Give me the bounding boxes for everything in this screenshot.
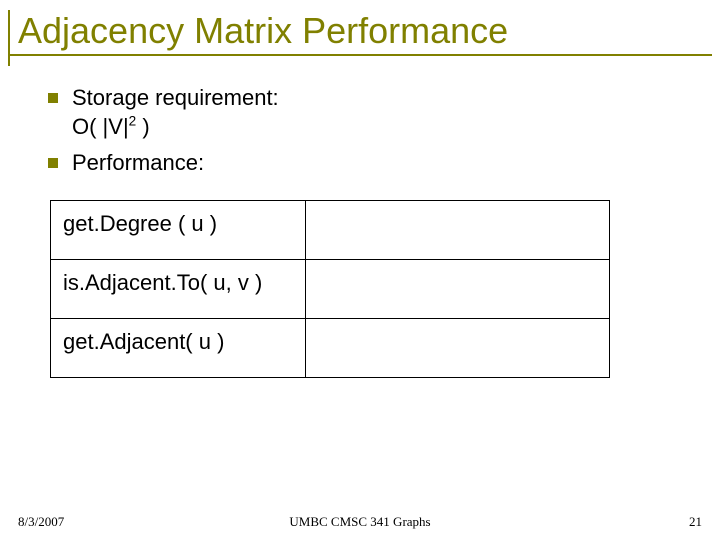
table-row: is.Adjacent.To( u, v ): [51, 259, 610, 318]
storage-bigO-prefix: O( |V|: [72, 114, 129, 139]
table-row: get.Adjacent( u ): [51, 318, 610, 377]
performance-table: get.Degree ( u ) is.Adjacent.To( u, v ) …: [50, 200, 610, 378]
storage-bigO-suffix: ): [136, 114, 149, 139]
footer-page: 21: [689, 514, 702, 530]
slide-body: Storage requirement: O( |V|2 ) Performan…: [0, 56, 720, 378]
op-cell: get.Adjacent( u ): [51, 318, 306, 377]
footer-date: 8/3/2007: [18, 514, 64, 530]
slide-title: Adjacency Matrix Performance: [18, 10, 702, 52]
value-cell: [305, 200, 609, 259]
title-left-rule: [8, 10, 10, 66]
op-cell: get.Degree ( u ): [51, 200, 306, 259]
title-area: Adjacency Matrix Performance: [0, 0, 720, 54]
op-cell: is.Adjacent.To( u, v ): [51, 259, 306, 318]
bullet-storage: Storage requirement: O( |V|2 ): [44, 84, 680, 141]
storage-text-line1: Storage requirement:: [72, 85, 279, 110]
table-row: get.Degree ( u ): [51, 200, 610, 259]
slide: Adjacency Matrix Performance Storage req…: [0, 0, 720, 540]
value-cell: [305, 318, 609, 377]
bullet-performance: Performance:: [44, 149, 680, 178]
footer: 8/3/2007 UMBC CMSC 341 Graphs 21: [0, 514, 720, 530]
footer-course: UMBC CMSC 341 Graphs: [289, 514, 430, 530]
value-cell: [305, 259, 609, 318]
bullet-list: Storage requirement: O( |V|2 ) Performan…: [44, 84, 680, 178]
performance-label: Performance:: [72, 150, 204, 175]
